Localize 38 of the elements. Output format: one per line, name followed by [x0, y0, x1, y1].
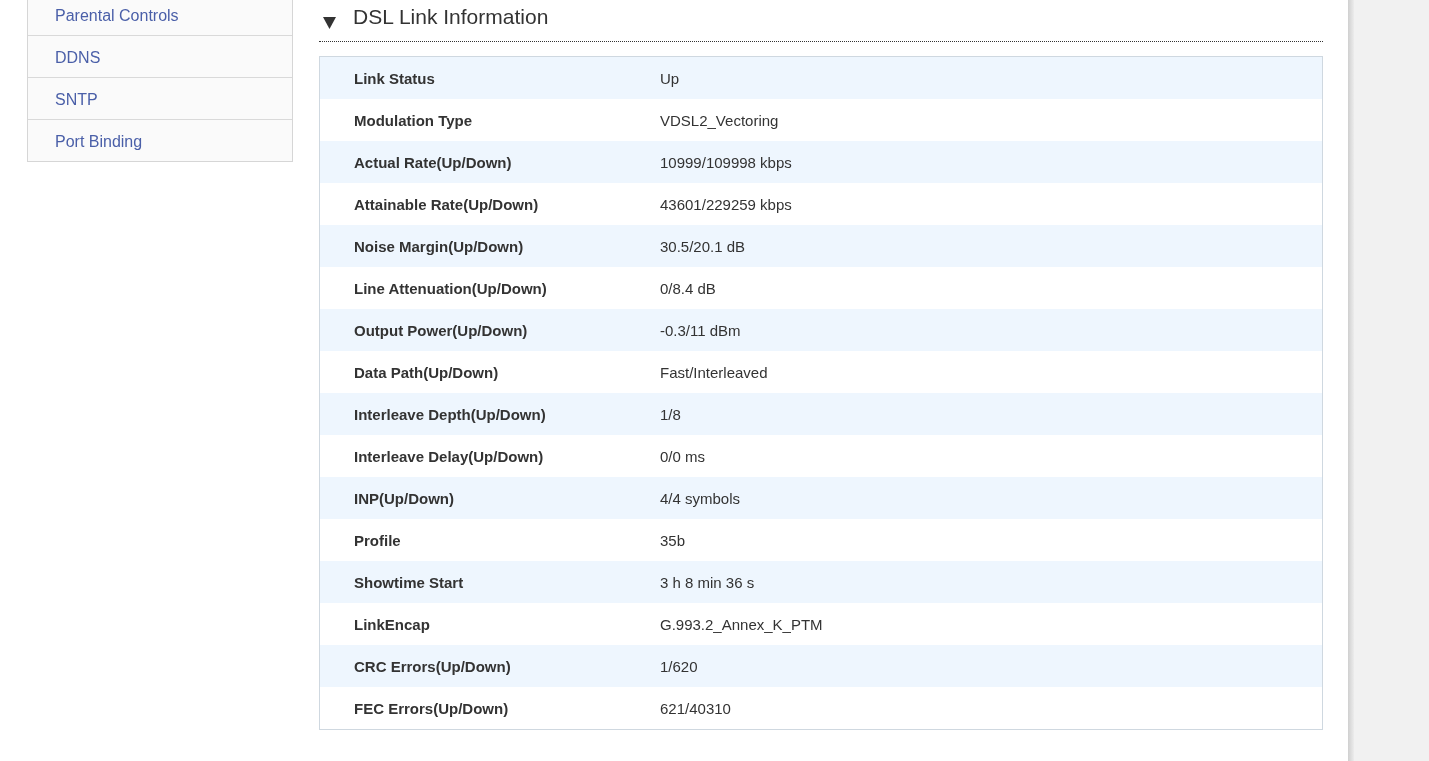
field-label: Showtime Start	[353, 573, 465, 591]
field-value: 30.5/20.1 dB	[660, 237, 746, 255]
field-label: CRC Errors(Up/Down)	[353, 657, 512, 675]
field-label: Interleave Depth(Up/Down)	[353, 405, 547, 423]
field-label: Interleave Delay(Up/Down)	[353, 447, 545, 465]
field-value: 1/8	[660, 405, 681, 423]
section-title[interactable]: DSL Link Information	[353, 4, 549, 29]
sidebar-item[interactable]: Port Binding	[28, 119, 292, 161]
field-value: 43601/229259 kbps	[660, 195, 792, 213]
field-value: 621/40310	[660, 699, 731, 717]
field-label: Link Status	[353, 69, 436, 87]
field-value: 3 h 8 min 36 s	[660, 573, 755, 591]
collapse-triangle-icon[interactable]	[323, 16, 336, 29]
field-value: Fast/Interleaved	[660, 363, 768, 381]
field-value: 4/4 symbols	[660, 489, 741, 507]
field-label: Data Path(Up/Down)	[353, 363, 500, 381]
field-value: 0/0 ms	[660, 447, 705, 465]
field-label: Actual Rate(Up/Down)	[353, 153, 513, 171]
field-value: 1/620	[660, 657, 698, 675]
field-label: LinkEncap	[353, 615, 431, 633]
field-label: INP(Up/Down)	[353, 489, 455, 507]
field-label: Noise Margin(Up/Down)	[353, 237, 525, 255]
field-label: Line Attenuation(Up/Down)	[353, 279, 548, 297]
sidebar-item[interactable]: SNTP	[28, 77, 292, 119]
field-label: Modulation Type	[353, 111, 474, 129]
field-label: Profile	[353, 531, 402, 549]
field-value: 10999/109998 kbps	[660, 153, 792, 171]
field-label: FEC Errors(Up/Down)	[353, 699, 510, 717]
field-value: G.993.2_Annex_K_PTM	[660, 615, 823, 633]
field-value: VDSL2_Vectoring	[660, 111, 779, 129]
field-label: Output Power(Up/Down)	[353, 321, 529, 339]
field-label: Attainable Rate(Up/Down)	[353, 195, 540, 213]
sidebar-item[interactable]: Parental Controls	[28, 0, 292, 35]
field-value: -0.3/11 dBm	[660, 321, 741, 339]
field-value: 35b	[660, 531, 686, 549]
sidebar-item[interactable]: DDNS	[28, 35, 292, 77]
field-value: Up	[660, 69, 680, 87]
field-value: 0/8.4 dB	[660, 279, 716, 297]
